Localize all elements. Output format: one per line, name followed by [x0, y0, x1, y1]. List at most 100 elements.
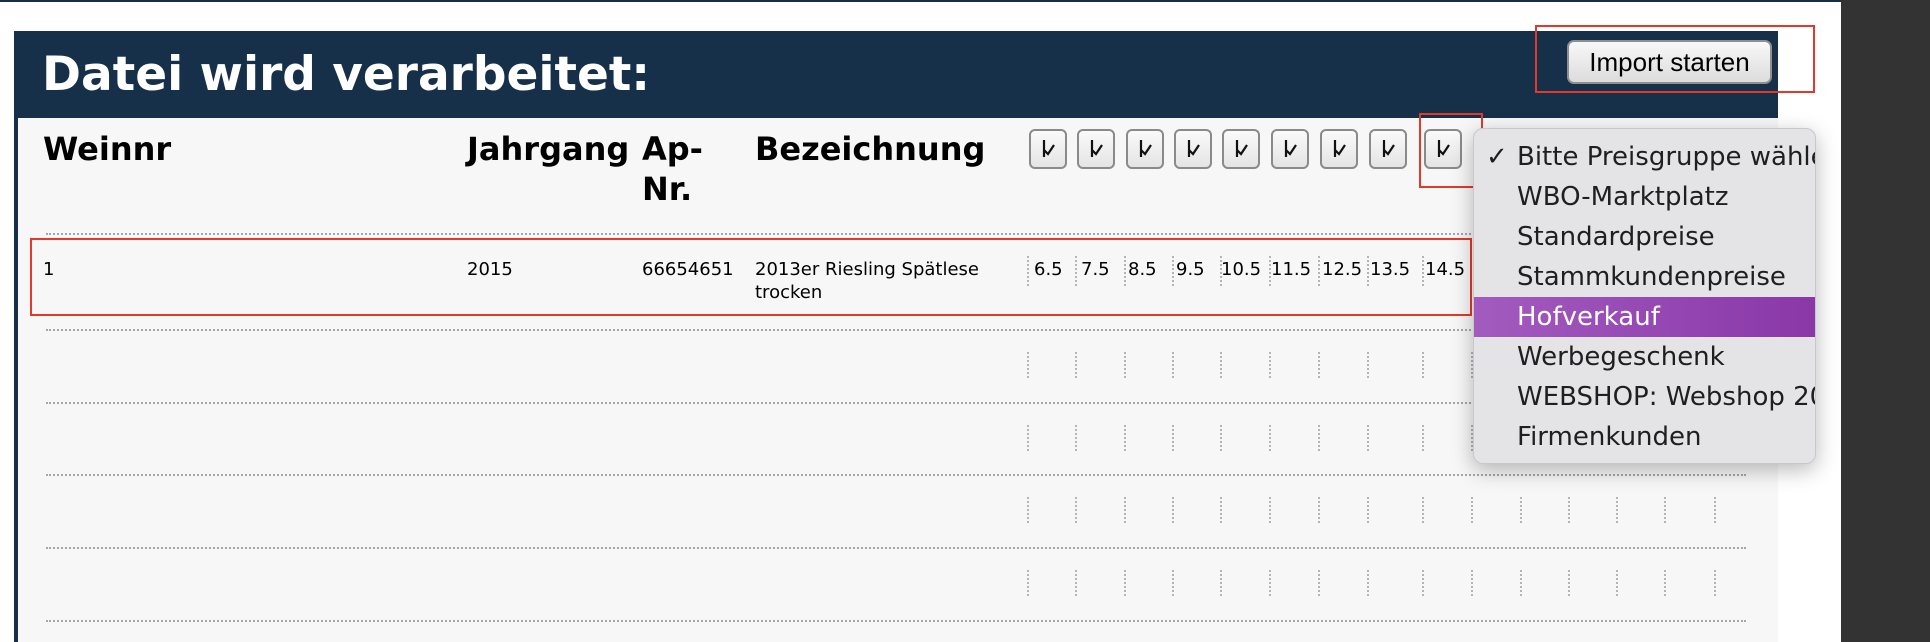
column-separator: [1269, 497, 1271, 523]
check-icon: [1333, 140, 1346, 157]
column-separator: [1471, 497, 1473, 523]
column-separator: [1027, 497, 1029, 523]
checkmark-icon: ✓: [1486, 142, 1508, 172]
cell-price: 12.5: [1322, 259, 1363, 280]
column-separator: [1714, 570, 1716, 596]
column-separator: [1367, 497, 1369, 523]
dropdown-option-stammkundenpreise[interactable]: Stammkundenpreise: [1474, 257, 1815, 297]
dropdown-option-werbegeschenk[interactable]: Werbegeschenk: [1474, 337, 1815, 377]
dropdown-option-bitte-preisgruppe[interactable]: ✓ Bitte Preisgruppe wählen: [1474, 137, 1816, 177]
column-select-button[interactable]: [1174, 129, 1212, 169]
import-start-button[interactable]: Import starten: [1567, 40, 1772, 84]
column-separator: [1027, 256, 1029, 286]
column-separator: [1616, 497, 1618, 523]
column-separator: [1075, 352, 1077, 378]
column-separator: [1172, 256, 1174, 286]
column-separator: [1124, 352, 1126, 378]
column-separator: [1124, 570, 1126, 596]
window-edge: [1841, 0, 1930, 642]
column-separator: [1422, 256, 1424, 286]
header-bezeichnung: Bezeichnung: [755, 130, 986, 168]
column-separator: [1664, 497, 1666, 523]
row-divider: [46, 474, 1746, 476]
column-select-button[interactable]: [1424, 129, 1462, 169]
column-select-button[interactable]: [1029, 129, 1067, 169]
column-separator: [1520, 570, 1522, 596]
dropdown-option-wbo-marktplatz[interactable]: WBO-Marktplatz: [1474, 177, 1815, 217]
column-separator: [1568, 570, 1570, 596]
cell-price: 10.5: [1221, 259, 1262, 280]
column-separator: [1269, 425, 1271, 451]
column-separator: [1471, 570, 1473, 596]
column-separator: [1027, 425, 1029, 451]
column-separator: [1318, 352, 1320, 378]
column-select-button[interactable]: [1126, 129, 1164, 169]
column-select-button[interactable]: [1320, 129, 1358, 169]
column-separator: [1075, 256, 1077, 286]
column-separator: [1075, 570, 1077, 596]
cell-price: 14.5: [1425, 259, 1466, 280]
column-separator: [1568, 497, 1570, 523]
row-divider: [46, 547, 1746, 549]
column-separator: [1027, 570, 1029, 596]
check-icon: [1139, 140, 1152, 157]
check-icon: [1090, 140, 1103, 157]
column-separator: [1220, 425, 1222, 451]
dropdown-option-label: Standardpreise: [1517, 222, 1715, 252]
column-separator: [1318, 570, 1320, 596]
page-title: Datei wird verarbeitet:: [42, 47, 651, 102]
check-icon: [1235, 140, 1248, 157]
column-separator: [1714, 497, 1716, 523]
top-border: [0, 0, 1841, 2]
column-separator: [1520, 497, 1522, 523]
column-select-button[interactable]: [1077, 129, 1115, 169]
dropdown-option-webshop-2020[interactable]: WEBSHOP: Webshop 2020: [1474, 377, 1815, 417]
column-separator: [1172, 352, 1174, 378]
dropdown-option-label: Bitte Preisgruppe wählen: [1517, 142, 1816, 172]
column-separator: [1269, 570, 1271, 596]
column-separator: [1172, 425, 1174, 451]
cell-weinnr: 1: [43, 259, 55, 280]
column-select-button[interactable]: [1369, 129, 1407, 169]
dropdown-option-hofverkauf[interactable]: Hofverkauf: [1474, 297, 1815, 337]
check-icon: [1382, 140, 1395, 157]
column-separator: [1269, 352, 1271, 378]
column-separator: [1318, 425, 1320, 451]
column-separator: [1027, 352, 1029, 378]
column-separator: [1616, 570, 1618, 596]
check-icon: [1042, 140, 1055, 157]
column-separator: [1172, 497, 1174, 523]
column-separator: [1318, 256, 1320, 286]
check-icon: [1284, 140, 1297, 157]
column-separator: [1422, 497, 1424, 523]
row-divider: [46, 620, 1746, 622]
dropdown-option-label: WEBSHOP: Webshop 2020: [1517, 382, 1815, 412]
cell-price: 13.5: [1370, 259, 1411, 280]
check-icon: [1187, 140, 1200, 157]
header-jahrgang: Jahrgang: [467, 130, 630, 168]
column-select-button[interactable]: [1271, 129, 1309, 169]
column-separator: [1124, 497, 1126, 523]
column-separator: [1220, 570, 1222, 596]
header-weinnr: Weinnr: [43, 130, 172, 168]
column-separator: [1318, 497, 1320, 523]
dropdown-option-standardpreise[interactable]: Standardpreise: [1474, 217, 1815, 257]
column-separator: [1367, 570, 1369, 596]
dropdown-option-label: Werbegeschenk: [1517, 342, 1725, 372]
dropdown-option-label: WBO-Marktplatz: [1517, 182, 1729, 212]
column-separator: [1124, 425, 1126, 451]
dropdown-option-label: Firmenkunden: [1517, 422, 1702, 452]
dropdown-option-firmenkunden[interactable]: Firmenkunden: [1474, 417, 1815, 457]
column-separator: [1075, 425, 1077, 451]
dropdown-option-label: Stammkundenpreise: [1517, 262, 1786, 292]
price-group-dropdown[interactable]: ✓ Bitte Preisgruppe wählen WBO-Marktplat…: [1473, 128, 1816, 464]
column-separator: [1124, 256, 1126, 286]
cell-price: 6.5: [1034, 259, 1063, 280]
cell-price: 9.5: [1176, 259, 1205, 280]
check-icon: [1437, 140, 1450, 157]
column-separator: [1367, 256, 1369, 286]
cell-jahrgang: 2015: [467, 259, 513, 280]
cell-price: 11.5: [1271, 259, 1312, 280]
cell-apnr: 66654651: [642, 259, 734, 280]
column-select-button[interactable]: [1222, 129, 1260, 169]
